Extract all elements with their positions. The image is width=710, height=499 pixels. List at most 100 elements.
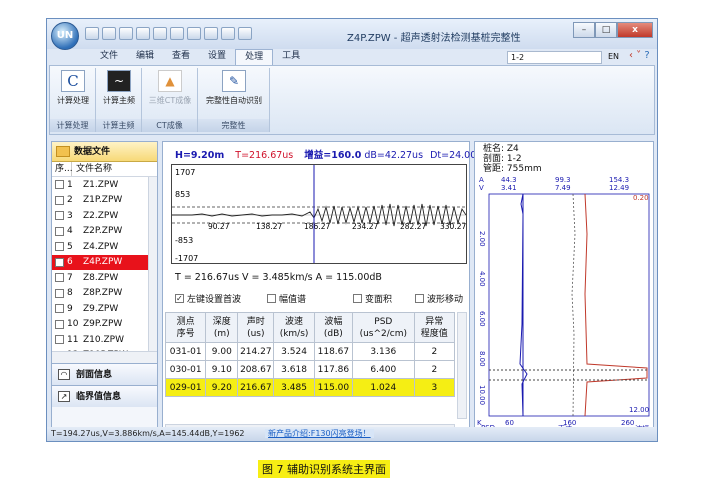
column-header[interactable]: 深度 (m) <box>205 312 239 343</box>
profile-info-button[interactable]: ◠ 剖面信息 <box>52 363 157 385</box>
minimize-button[interactable]: – <box>573 22 595 38</box>
checkbox[interactable] <box>55 211 64 221</box>
threshold-info-button[interactable]: ↗ 临界值信息 <box>52 385 157 407</box>
save-icon[interactable] <box>102 27 116 40</box>
file-list-scrollbar[interactable] <box>148 177 157 351</box>
file-list-item[interactable]: 3 Z2.ZPW <box>52 208 157 224</box>
table-cell: 115.00 <box>313 378 354 397</box>
table-scrollbar[interactable] <box>457 312 467 419</box>
file-list-item[interactable]: 5 Z4.ZPW <box>52 239 157 255</box>
anomaly-curve <box>584 193 648 417</box>
table-cell: 208.67 <box>237 360 275 379</box>
table-row[interactable]: 029-01 9.20 216.67 3.485 115.00 1.024 3 <box>164 378 456 397</box>
table-cell: 1.024 <box>352 378 415 397</box>
column-header[interactable]: 波幅 (dB) <box>313 312 354 343</box>
grid-icon[interactable] <box>238 27 252 40</box>
option-variable-area[interactable]: 变面积 <box>353 292 392 305</box>
column-header[interactable]: 波速 (km/s) <box>273 312 315 343</box>
x-label: 90.27 <box>208 222 230 231</box>
pile-info: 桩名: Z4 剖面: 1-2 管距: 755mm <box>483 144 542 174</box>
app-menu-button[interactable]: UN <box>51 22 79 50</box>
file-list-item[interactable]: 2 Z1P.ZPW <box>52 193 157 209</box>
redo-icon[interactable] <box>204 27 218 40</box>
menu-item[interactable]: 工具 <box>273 49 309 65</box>
waveform-panel: H=9.20m T=216.67us 增益=160.0 dB=42.27us D… <box>162 141 487 437</box>
product-news-link[interactable]: 新产品介绍:F130闪亮登场！ <box>265 429 374 438</box>
waveform-plot[interactable]: 1707 853 -853 -1707 90.27 138.27 186.27 … <box>171 164 467 264</box>
table-cell: 3 <box>413 378 456 397</box>
ribbon-nav-icons[interactable]: ‹ ˅ ? <box>629 50 650 61</box>
depth-label: 4.00 <box>478 271 486 287</box>
option-amplitude-spectrum[interactable]: 幅值谱 <box>267 292 306 305</box>
checkbox[interactable] <box>55 226 64 236</box>
layout-icon[interactable] <box>221 27 235 40</box>
file-list-item[interactable]: 10 Z9P.ZPW <box>52 317 157 333</box>
file-list-item[interactable]: 4 Z2P.ZPW <box>52 224 157 240</box>
checkbox[interactable] <box>55 288 64 298</box>
depth-label: 8.00 <box>478 351 486 367</box>
file-list-item[interactable]: 12Z10P.ZPW <box>52 348 157 351</box>
column-header[interactable]: 异常 程度值 <box>413 312 456 343</box>
save-as-icon[interactable] <box>119 27 133 40</box>
file-list-item[interactable]: 6 Z4P.ZPW <box>52 254 157 270</box>
column-header[interactable]: 声时 (us) <box>237 312 275 343</box>
wave-readout: T = 216.67us V = 3.485km/s A = 115.00dB <box>175 272 382 283</box>
checkbox[interactable] <box>55 335 64 345</box>
bottom-value: 12.00 <box>629 406 649 414</box>
print-icon[interactable] <box>136 27 150 40</box>
file-list-item[interactable]: 8 Z8P.ZPW <box>52 286 157 302</box>
table-cell: 9.20 <box>205 378 239 397</box>
language-select[interactable]: EN <box>605 51 629 64</box>
checkbox[interactable] <box>55 180 64 190</box>
file-list-hscroll[interactable] <box>52 351 157 363</box>
amplitude-curve <box>571 193 576 417</box>
menu-item[interactable]: 文件 <box>91 49 127 65</box>
table-row[interactable]: 031-01 9.00 214.27 3.524 118.67 3.136 2 <box>164 342 456 361</box>
ct-imaging-button[interactable]: ▲ 三维CT成像 <box>146 70 194 106</box>
file-list-item[interactable]: 11 Z10.ZPW <box>52 332 157 348</box>
column-header[interactable]: PSD (us^2/cm) <box>352 312 415 343</box>
menu-item[interactable]: 处理 <box>235 49 274 65</box>
file-list-item[interactable]: 1 Z1.ZPW <box>52 177 157 193</box>
checkbox[interactable] <box>55 273 64 283</box>
compute-button[interactable]: C 计算处理 <box>51 70 95 106</box>
column-header[interactable]: 测点 序号 <box>164 312 207 343</box>
table-cell: 117.86 <box>313 360 354 379</box>
checkbox[interactable] <box>175 294 184 303</box>
edit-icon[interactable] <box>153 27 167 40</box>
table-cell: 3.485 <box>273 378 315 397</box>
checkbox[interactable] <box>353 294 362 303</box>
figure-caption: 图 7 辅助识别系统主界面 <box>258 460 390 478</box>
menu-item[interactable]: 查看 <box>163 49 199 65</box>
file-list-item[interactable]: 7 Z8.ZPW <box>52 270 157 286</box>
copy-icon[interactable] <box>170 27 184 40</box>
maximize-button[interactable]: □ <box>595 22 617 38</box>
status-bar: T=194.27us,V=3.886km/s,A=145.44dB,Y=1962… <box>47 427 657 441</box>
checkbox[interactable] <box>55 242 64 252</box>
plot-frame <box>488 193 650 417</box>
checkbox[interactable] <box>55 195 64 205</box>
main-frequency-button[interactable]: ~ 计算主频 <box>97 70 141 106</box>
close-button[interactable]: x <box>617 22 653 38</box>
table-row[interactable]: 030-01 9.10 208.67 3.618 117.86 6.400 2 <box>164 360 456 379</box>
checkbox[interactable] <box>55 319 64 329</box>
option-first-wave[interactable]: 左键设置首波 <box>175 292 241 305</box>
table-cell: 216.67 <box>237 378 275 397</box>
data-files-panel: 数据文件 序... 文件名称 1 Z1.ZPW 2 Z1P.ZPW 3 Z2.ZPW 4 Z2… <box>51 141 158 437</box>
open-icon[interactable] <box>85 27 99 40</box>
checkbox[interactable] <box>415 294 424 303</box>
option-wave-shift[interactable]: 波形移动 <box>415 292 463 305</box>
profile-plot[interactable]: A V 44.3 99.3 154.3 3.41 7.49 12.49 0.20… <box>475 174 653 434</box>
checkbox[interactable] <box>55 257 64 267</box>
file-list-item[interactable]: 9 Z9.ZPW <box>52 301 157 317</box>
integrity-identify-button[interactable]: ✎ 完整性自动识别 <box>202 70 266 106</box>
menu-item[interactable]: 设置 <box>199 49 235 65</box>
table-cell: 9.00 <box>205 342 239 361</box>
profile-icon: ◠ <box>58 369 70 380</box>
menu-item[interactable]: 编辑 <box>127 49 163 65</box>
undo-icon[interactable] <box>187 27 201 40</box>
checkbox[interactable] <box>55 304 64 314</box>
axis-v-label: V <box>479 184 484 192</box>
profile-select[interactable]: 1-2 <box>507 51 602 64</box>
checkbox[interactable] <box>267 294 276 303</box>
